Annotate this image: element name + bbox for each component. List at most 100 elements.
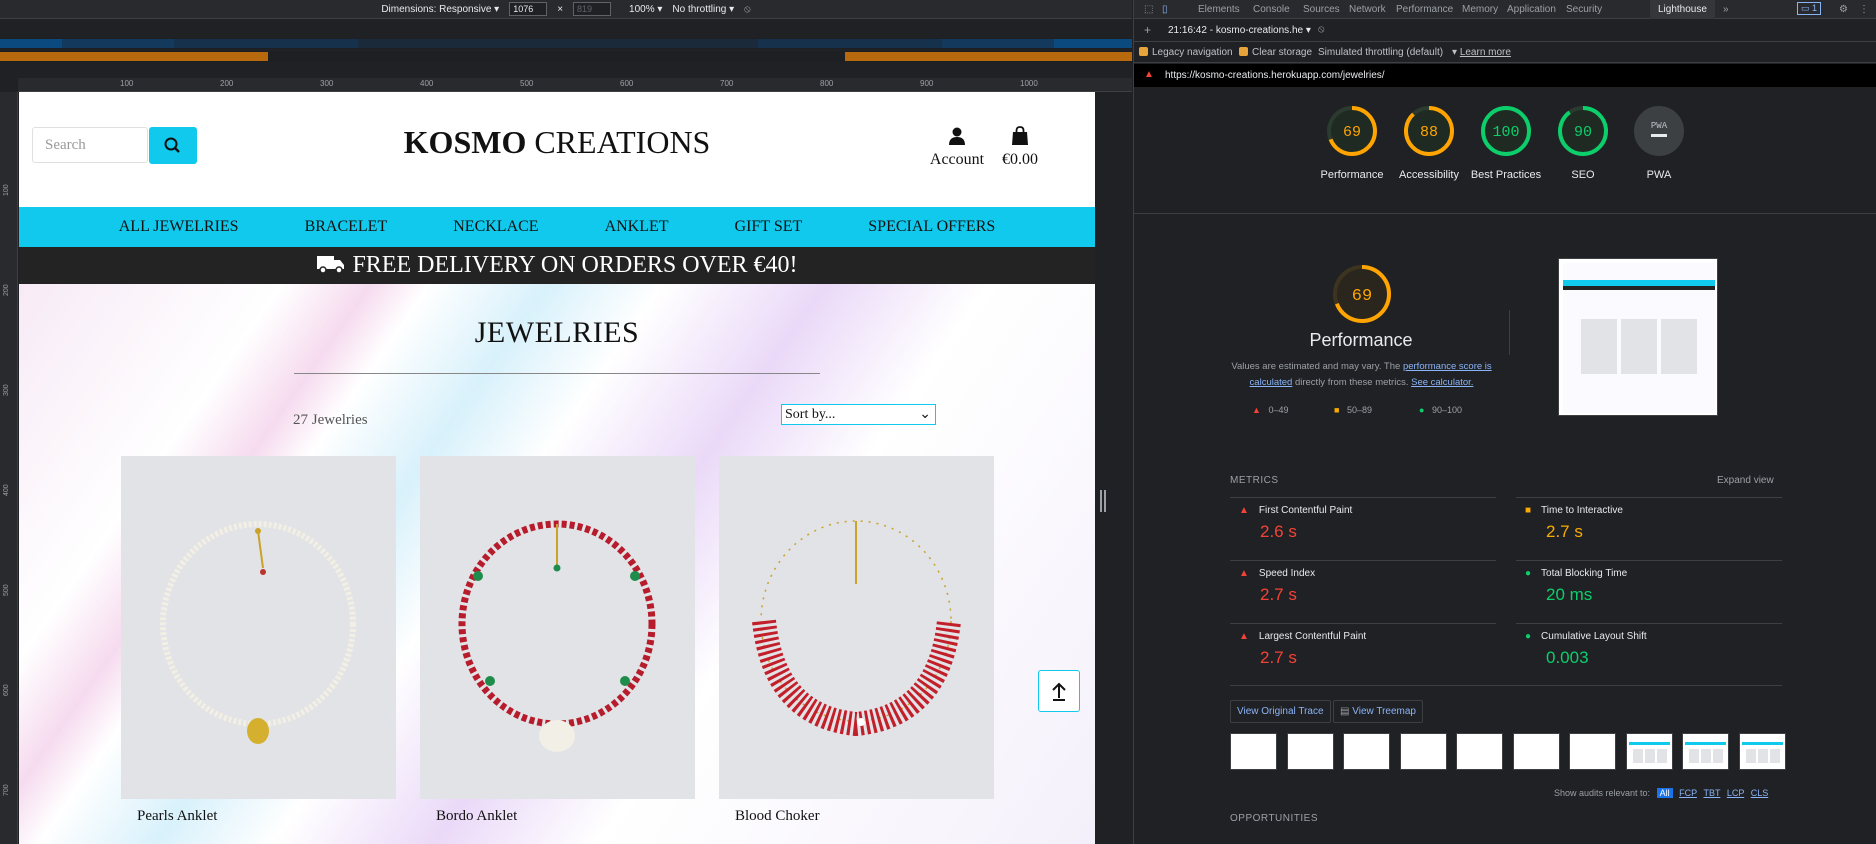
learn-more-link[interactable]: Learn more xyxy=(1460,47,1511,58)
cart-link[interactable]: €0.00 xyxy=(995,126,1045,169)
filter-tbt[interactable]: TBT xyxy=(1703,788,1720,798)
filmstrip-frame[interactable] xyxy=(1456,733,1503,770)
score-value: 69 xyxy=(1343,124,1361,141)
tab-network[interactable]: Network xyxy=(1349,4,1386,15)
score-gauge[interactable]: 100 xyxy=(1479,104,1533,161)
score-gauge[interactable]: 88 xyxy=(1402,104,1456,161)
filmstrip-frame[interactable] xyxy=(1230,733,1277,770)
times-sign: × xyxy=(557,3,564,15)
sort-select[interactable]: Sort by... ⌄ xyxy=(781,404,936,425)
filter-all[interactable]: All xyxy=(1656,788,1673,798)
score-gauge[interactable]: PWA xyxy=(1632,104,1686,161)
final-screenshot[interactable] xyxy=(1558,258,1718,416)
tab-elements[interactable]: Elements xyxy=(1198,4,1240,15)
tab-performance[interactable]: Performance xyxy=(1396,4,1453,15)
score-value: 90 xyxy=(1574,124,1592,141)
square-icon: ■ xyxy=(1525,505,1532,516)
expand-view-toggle[interactable]: Expand view xyxy=(1717,475,1774,486)
filmstrip-frame[interactable] xyxy=(1682,733,1729,770)
nav-all-jewelries[interactable]: ALL JEWELRIES xyxy=(86,207,272,247)
clear-icon[interactable]: ⦸ xyxy=(1318,24,1325,35)
resize-handle[interactable] xyxy=(1100,490,1106,512)
nav-bracelet[interactable]: BRACELET xyxy=(272,207,421,247)
issues-badge[interactable]: ▭ 1 xyxy=(1797,2,1822,15)
dimensions-dropdown[interactable]: Dimensions: Responsive ▾ xyxy=(381,4,499,15)
score-label[interactable]: Performance xyxy=(1312,168,1392,183)
score-gauge[interactable]: 90 xyxy=(1556,104,1610,161)
tab-lighthouse[interactable]: Lighthouse xyxy=(1650,0,1715,19)
tab-memory[interactable]: Memory xyxy=(1462,4,1498,15)
ruler-tick: 100 xyxy=(3,184,10,196)
ruler-tick: 600 xyxy=(620,79,634,88)
media-query-bar-max[interactable] xyxy=(0,38,1132,49)
inspect-icon[interactable]: ⬚ xyxy=(1144,4,1153,15)
arrow-up-icon xyxy=(1052,682,1066,701)
media-query-bar-min[interactable] xyxy=(0,51,1132,62)
tab-security[interactable]: Security xyxy=(1566,4,1602,15)
tab-application[interactable]: Application xyxy=(1507,4,1556,15)
nav-gift-set[interactable]: GIFT SET xyxy=(702,207,836,247)
device-toolbar: Dimensions: Responsive ▾ 1076 × 819 100%… xyxy=(0,0,1132,19)
nav-special-offers[interactable]: SPECIAL OFFERS xyxy=(835,207,1028,247)
circle-icon: ● xyxy=(1525,631,1532,642)
gear-icon[interactable]: ⚙ xyxy=(1839,4,1848,15)
report-selector[interactable]: 21:16:42 - kosmo-creations.he ▾ xyxy=(1168,25,1311,36)
zoom-dropdown[interactable]: 100% ▾ xyxy=(629,4,662,15)
view-treemap-button[interactable]: ▤ View Treemap xyxy=(1333,700,1423,723)
score-label[interactable]: Accessibility xyxy=(1389,168,1469,183)
metric-value: 20 ms xyxy=(1546,585,1593,604)
filmstrip-frame[interactable] xyxy=(1512,733,1560,770)
tab-sources[interactable]: Sources xyxy=(1303,4,1340,15)
more-tabs-icon[interactable]: » xyxy=(1723,4,1729,15)
score-label[interactable]: SEO xyxy=(1543,168,1623,183)
filter-cls[interactable]: CLS xyxy=(1751,788,1769,798)
report-url[interactable]: https://kosmo-creations.herokuapp.com/je… xyxy=(1165,70,1385,81)
score-value: PWA xyxy=(1651,121,1668,131)
score-label[interactable]: PWA xyxy=(1619,168,1699,183)
main-nav: ALL JEWELRIES BRACELET NECKLACE ANKLET G… xyxy=(19,207,1095,247)
divider xyxy=(1516,497,1782,498)
height-input[interactable]: 819 xyxy=(573,2,612,16)
product-card[interactable] xyxy=(121,456,396,799)
device-toggle-icon[interactable]: ▯ xyxy=(1162,4,1168,15)
see-calculator-link[interactable]: See calculator. xyxy=(1411,377,1473,388)
throttling-dropdown[interactable]: No throttling ▾ xyxy=(672,4,734,15)
metric-item: ● Total Blocking Time 20 ms xyxy=(1516,568,1746,605)
ruler-tick: 300 xyxy=(320,79,334,88)
rotate-icon[interactable]: ⦸ xyxy=(744,4,751,15)
pwa-icon: PWA xyxy=(1634,106,1684,156)
tab-console[interactable]: Console xyxy=(1253,4,1290,15)
product-name[interactable]: Pearls Anklet xyxy=(137,808,217,825)
perf-desc-text: Values are estimated and may vary. The xyxy=(1231,361,1401,372)
filmstrip-frame[interactable] xyxy=(1286,733,1334,770)
kebab-menu-icon[interactable]: ⋮ xyxy=(1859,4,1869,15)
legacy-navigation-checkbox[interactable]: Legacy navigation xyxy=(1139,47,1233,58)
score-gauge[interactable]: 69 xyxy=(1325,104,1379,161)
filter-lcp[interactable]: LCP xyxy=(1727,788,1744,798)
filmstrip-frame[interactable] xyxy=(1738,733,1786,770)
scroll-to-top-button[interactable] xyxy=(1038,670,1080,712)
score-label[interactable]: Best Practices xyxy=(1466,168,1546,183)
plus-icon[interactable]: + xyxy=(1144,23,1151,37)
ruler-tick: 500 xyxy=(520,79,534,88)
product-name[interactable]: Bordo Anklet xyxy=(436,808,517,825)
divider xyxy=(1230,685,1782,686)
filmstrip-frame[interactable] xyxy=(1569,733,1616,770)
product-card[interactable] xyxy=(420,456,695,799)
score-value: 88 xyxy=(1420,124,1438,141)
filter-fcp[interactable]: FCP xyxy=(1679,788,1697,798)
nav-anklet[interactable]: ANKLET xyxy=(572,207,702,247)
divider xyxy=(1230,560,1496,561)
nav-necklace[interactable]: NECKLACE xyxy=(420,207,571,247)
filmstrip-frame[interactable] xyxy=(1625,733,1673,770)
width-input[interactable]: 1076 xyxy=(509,2,548,16)
filmstrip-frame[interactable] xyxy=(1399,733,1447,770)
filmstrip-frame[interactable] xyxy=(1343,733,1390,770)
view-original-trace-button[interactable]: View Original Trace xyxy=(1230,700,1331,723)
clear-storage-checkbox[interactable]: Clear storage xyxy=(1239,47,1312,58)
throttling-info[interactable]: ▾ Learn more xyxy=(1452,47,1511,58)
product-name[interactable]: Blood Choker xyxy=(735,808,820,825)
product-card[interactable] xyxy=(719,456,994,799)
divider xyxy=(1230,497,1496,498)
account-link[interactable]: Account xyxy=(924,126,990,169)
